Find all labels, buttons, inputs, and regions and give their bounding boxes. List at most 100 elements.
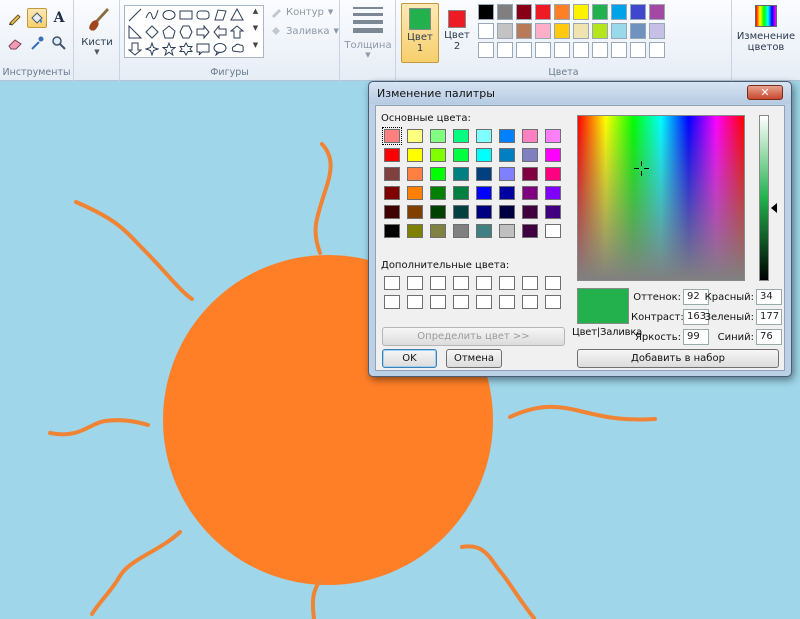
fill-dropdown[interactable]: Заливка ▼ [270, 25, 339, 37]
fill-tool-button[interactable] [27, 8, 47, 28]
ribbon-palette-empty-swatch[interactable] [516, 42, 532, 58]
ribbon-palette-swatch[interactable] [573, 23, 589, 39]
ribbon-palette-empty-swatch[interactable] [554, 42, 570, 58]
ribbon-palette-swatch[interactable] [649, 23, 665, 39]
basic-color-swatch[interactable] [476, 186, 492, 200]
right-triangle-shape[interactable] [127, 24, 143, 40]
dialog-close-button[interactable]: ✕ [747, 85, 783, 100]
custom-color-swatch[interactable] [453, 276, 469, 290]
basic-color-swatch[interactable] [522, 129, 538, 143]
ribbon-palette-swatch[interactable] [516, 4, 532, 20]
custom-color-swatch[interactable] [499, 295, 515, 309]
custom-color-swatch[interactable] [522, 295, 538, 309]
ribbon-palette-swatch[interactable] [592, 23, 608, 39]
color-spectrum[interactable] [577, 115, 745, 281]
basic-color-swatch[interactable] [522, 186, 538, 200]
four-point-star-shape[interactable] [144, 41, 160, 57]
brushes-button[interactable]: Кисти ▼ [78, 4, 116, 60]
basic-color-swatch[interactable] [384, 224, 400, 238]
basic-color-swatch[interactable] [453, 186, 469, 200]
hexagon-shape[interactable] [178, 24, 194, 40]
basic-color-swatch[interactable] [499, 224, 515, 238]
basic-color-swatch[interactable] [407, 205, 423, 219]
polygon-shape[interactable] [212, 7, 228, 23]
five-point-star-shape[interactable] [161, 41, 177, 57]
oval-callout-shape[interactable] [212, 41, 228, 57]
custom-color-swatch[interactable] [430, 295, 446, 309]
blue-field[interactable]: 76 [756, 329, 782, 345]
basic-color-swatch[interactable] [476, 129, 492, 143]
basic-color-swatch[interactable] [499, 129, 515, 143]
basic-color-swatch[interactable] [453, 129, 469, 143]
basic-color-swatch[interactable] [430, 129, 446, 143]
basic-color-swatch[interactable] [522, 224, 538, 238]
custom-color-swatch[interactable] [384, 276, 400, 290]
basic-color-swatch[interactable] [384, 205, 400, 219]
basic-color-swatch[interactable] [522, 205, 538, 219]
luminosity-arrow-icon[interactable] [771, 203, 777, 213]
basic-color-swatch[interactable] [499, 205, 515, 219]
basic-color-swatch[interactable] [407, 167, 423, 181]
basic-color-swatch[interactable] [407, 129, 423, 143]
basic-color-swatch[interactable] [522, 167, 538, 181]
custom-color-swatch[interactable] [453, 295, 469, 309]
custom-color-swatch[interactable] [476, 295, 492, 309]
ribbon-palette-swatch[interactable] [649, 4, 665, 20]
basic-color-swatch[interactable] [545, 224, 561, 238]
ribbon-palette-swatch[interactable] [478, 23, 494, 39]
ribbon-palette-swatch[interactable] [611, 4, 627, 20]
ribbon-palette-swatch[interactable] [478, 4, 494, 20]
basic-color-swatch[interactable] [430, 224, 446, 238]
ribbon-palette-empty-swatch[interactable] [573, 42, 589, 58]
ribbon-palette-swatch[interactable] [516, 23, 532, 39]
basic-color-swatch[interactable] [476, 224, 492, 238]
basic-color-swatch[interactable] [453, 224, 469, 238]
basic-color-swatch[interactable] [545, 167, 561, 181]
color2-button[interactable]: Цвет 2 [438, 3, 476, 63]
custom-color-swatch[interactable] [430, 276, 446, 290]
cancel-button[interactable]: Отмена [446, 349, 502, 368]
ribbon-palette-swatch[interactable] [630, 23, 646, 39]
basic-color-swatch[interactable] [522, 148, 538, 162]
rounded-rectangle-shape[interactable] [195, 7, 211, 23]
custom-color-swatch[interactable] [522, 276, 538, 290]
rectangle-shape[interactable] [178, 7, 194, 23]
ribbon-palette-swatch[interactable] [554, 23, 570, 39]
outline-dropdown[interactable]: Контур ▼ [270, 6, 333, 18]
ribbon-palette-swatch[interactable] [497, 4, 513, 20]
custom-color-swatch[interactable] [499, 276, 515, 290]
luminosity-slider[interactable] [759, 115, 769, 281]
color-picker-tool-button[interactable] [27, 33, 47, 53]
eraser-tool-button[interactable] [5, 33, 25, 53]
custom-color-swatch[interactable] [545, 276, 561, 290]
basic-color-swatch[interactable] [430, 205, 446, 219]
left-arrow-shape[interactable] [212, 24, 228, 40]
add-to-custom-button[interactable]: Добавить в набор [577, 349, 779, 368]
basic-color-swatch[interactable] [545, 148, 561, 162]
basic-color-swatch[interactable] [407, 148, 423, 162]
custom-color-swatch[interactable] [476, 276, 492, 290]
ribbon-palette-swatch[interactable] [535, 4, 551, 20]
basic-color-swatch[interactable] [382, 127, 402, 145]
pencil-tool-button[interactable] [5, 8, 25, 28]
rect-callout-shape[interactable] [195, 41, 211, 57]
ribbon-palette-swatch[interactable] [592, 4, 608, 20]
ribbon-palette-empty-swatch[interactable] [497, 42, 513, 58]
basic-color-swatch[interactable] [545, 205, 561, 219]
basic-color-swatch[interactable] [476, 167, 492, 181]
basic-color-swatch[interactable] [545, 186, 561, 200]
ribbon-palette-empty-swatch[interactable] [630, 42, 646, 58]
ribbon-palette-swatch[interactable] [497, 23, 513, 39]
ribbon-palette-empty-swatch[interactable] [535, 42, 551, 58]
ribbon-palette-swatch[interactable] [630, 4, 646, 20]
text-tool-button[interactable]: A [49, 8, 69, 28]
custom-color-swatch[interactable] [407, 276, 423, 290]
custom-color-swatch[interactable] [545, 295, 561, 309]
basic-color-swatch[interactable] [430, 167, 446, 181]
triangle-shape[interactable] [229, 7, 245, 23]
basic-color-swatch[interactable] [453, 205, 469, 219]
basic-color-swatch[interactable] [407, 186, 423, 200]
custom-color-swatch[interactable] [407, 295, 423, 309]
oval-shape[interactable] [161, 7, 177, 23]
basic-color-swatch[interactable] [545, 129, 561, 143]
